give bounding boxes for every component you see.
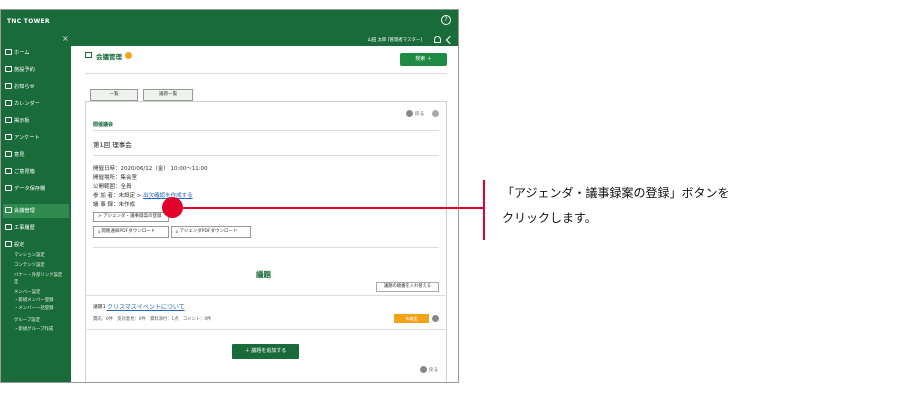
info-icon[interactable] — [432, 315, 439, 322]
callout-bar — [483, 180, 485, 240]
download-notice-label: 開催通知PDFダウンロード — [101, 229, 156, 234]
callout-connector — [183, 207, 483, 209]
sidebar-subitem[interactable]: メンバー設定 — [14, 289, 40, 295]
agenda-item-number: 議題1 — [93, 305, 106, 310]
sidebar-item-label: 設定 — [14, 242, 25, 248]
tab-agenda-list[interactable]: 議題一覧 — [143, 89, 193, 101]
help-icon[interactable]: ? — [441, 15, 451, 25]
divider — [93, 247, 439, 248]
sidebar-item-construction[interactable]: 工事履歴 — [3, 221, 69, 235]
sidebar-subitem[interactable]: ・新規メンバー登録 — [14, 297, 54, 303]
meeting-icon — [5, 207, 12, 213]
page-title: 会議管理 — [96, 53, 122, 61]
building-icon — [5, 224, 12, 230]
callout-line-1: 「アジェンダ・議事録案の登録」ボタンを — [502, 186, 730, 200]
sidebar-subitem[interactable]: バナー・外部リンク設定 — [14, 272, 62, 278]
gear-icon — [5, 241, 12, 247]
sidebar-item-label: 意見 — [14, 152, 25, 158]
sidebar-close-icon[interactable]: × — [62, 34, 69, 43]
status-badge: 未確定 — [394, 314, 429, 323]
sidebar-item-label: ご意見箱 — [14, 169, 35, 175]
survey-icon — [5, 134, 12, 140]
sidebar-item-meeting[interactable]: 会議管理 — [3, 204, 69, 218]
sidebar-item-board[interactable]: 掲示板 — [3, 114, 69, 128]
callout-line-2: クリックします。 — [502, 211, 597, 225]
back-link[interactable]: 戻る — [429, 367, 438, 373]
callout-marker — [162, 197, 183, 218]
user-icon[interactable] — [434, 36, 441, 43]
sidebar-item-label: データ保存棚 — [14, 186, 46, 192]
sidebar-subitem[interactable]: マンション設定 — [14, 252, 45, 258]
help-badge-icon[interactable] — [125, 52, 132, 59]
sidebar-item-opinion-box[interactable]: ご意見箱 — [3, 165, 69, 179]
sidebar-item-notice[interactable]: お知らせ — [3, 80, 69, 94]
add-agenda-button[interactable]: ＋ 議題を追加する — [232, 344, 299, 359]
info-icon[interactable] — [432, 110, 439, 117]
sidebar-item-home[interactable]: ホーム — [3, 46, 69, 60]
meeting-scope: 公開範囲：全員 — [93, 184, 132, 190]
sidebar-item-facility[interactable]: 施設予約 — [3, 63, 69, 77]
sidebar: × ホーム 施設予約 お知らせ カレンダー 掲示板 アンケート 意見 ご意見箱 … — [1, 34, 71, 382]
calendar-icon — [5, 100, 12, 106]
app-window: TNC TOWER ? × ホーム 施設予約 お知らせ カレンダー 掲示板 アン… — [0, 9, 459, 383]
brand-logo: TNC TOWER — [7, 18, 50, 25]
home-icon — [5, 49, 12, 55]
sidebar-subitem[interactable]: 定 — [14, 279, 18, 285]
sidebar-item-survey[interactable]: アンケート — [3, 131, 69, 145]
download-notice-pdf-button[interactable]: ⤓ 開催通知PDFダウンロード — [93, 226, 169, 238]
sidebar-item-data[interactable]: データ保存棚 — [3, 182, 69, 196]
meeting-date: 開催日時：2020/06/12（金） 10:00～11:00 — [93, 166, 208, 172]
check-icon — [5, 151, 12, 157]
meeting-detail-panel — [85, 101, 447, 382]
sidebar-item-label: ホーム — [14, 50, 30, 56]
divider — [85, 295, 447, 296]
attendance-label: 参 加 者：未設定 > — [93, 193, 144, 199]
mailbox-icon — [5, 168, 12, 174]
sidebar-item-label: 掲示板 — [14, 118, 30, 124]
meeting-minutes: 議 事 録：未作成 — [93, 202, 135, 208]
back-link[interactable]: 戻る — [415, 111, 424, 117]
logout-icon[interactable] — [445, 35, 455, 45]
sidebar-subitem[interactable]: グループ設定 — [14, 317, 40, 323]
meeting-place: 開催場所：集会室 — [93, 175, 138, 181]
clock-icon — [5, 66, 12, 72]
sidebar-subitem[interactable]: ・新規グループ作成 — [14, 326, 53, 332]
sidebar-subitem[interactable]: コンテンツ設定 — [14, 262, 45, 268]
sidebar-item-label: 施設予約 — [14, 67, 35, 73]
agenda-item-meta: 賛成：0件 反対意見：0件 資料添付：1点 コメント：0件 — [93, 317, 212, 322]
register-agenda-button[interactable]: > アジェンダ・議事録案の登録 — [93, 212, 169, 222]
tab-list[interactable]: 一覧 — [90, 89, 138, 101]
sidebar-item-label: お知らせ — [14, 84, 35, 90]
divider — [85, 73, 447, 74]
folder-icon — [5, 185, 12, 191]
sidebar-item-calendar[interactable]: カレンダー — [3, 97, 69, 111]
divider — [85, 329, 447, 330]
sidebar-item-opinion[interactable]: 意見 — [3, 148, 69, 162]
user-name: 山田 太郎 [管理者マスター] — [367, 38, 422, 43]
agenda-section-title: 議題 — [256, 270, 271, 279]
meeting-name: 第1回 理事会 — [93, 141, 132, 149]
download-agenda-label: アジェンダPDFダウンロード — [179, 229, 238, 234]
divider — [93, 130, 439, 131]
divider — [93, 155, 439, 156]
reorder-agenda-button[interactable]: 議題の順番を入れ替える — [376, 282, 439, 292]
sidebar-item-label: 工事履歴 — [14, 225, 35, 231]
back-icon[interactable] — [406, 110, 413, 117]
search-button[interactable]: 検索 ＋ — [400, 53, 447, 66]
top-bar: TNC TOWER ? — [1, 10, 458, 34]
sidebar-subitem[interactable]: ・メンバー一括登録 — [14, 305, 54, 311]
agenda-item-title-link[interactable]: クリスマスイベントについて — [107, 302, 185, 311]
sidebar-item-settings[interactable]: 設定 — [3, 238, 69, 252]
sidebar-item-label: 会議管理 — [14, 208, 35, 214]
user-bar: 山田 太郎 [管理者マスター] — [71, 34, 458, 46]
board-icon — [5, 117, 12, 123]
sidebar-item-label: アンケート — [14, 135, 40, 141]
sidebar-item-label: カレンダー — [14, 101, 40, 107]
info-icon — [5, 83, 12, 89]
download-agenda-pdf-button[interactable]: ⤓ アジェンダPDFダウンロード — [171, 226, 251, 238]
back-icon[interactable] — [420, 366, 427, 373]
section-label: 開催議会 — [93, 122, 114, 128]
